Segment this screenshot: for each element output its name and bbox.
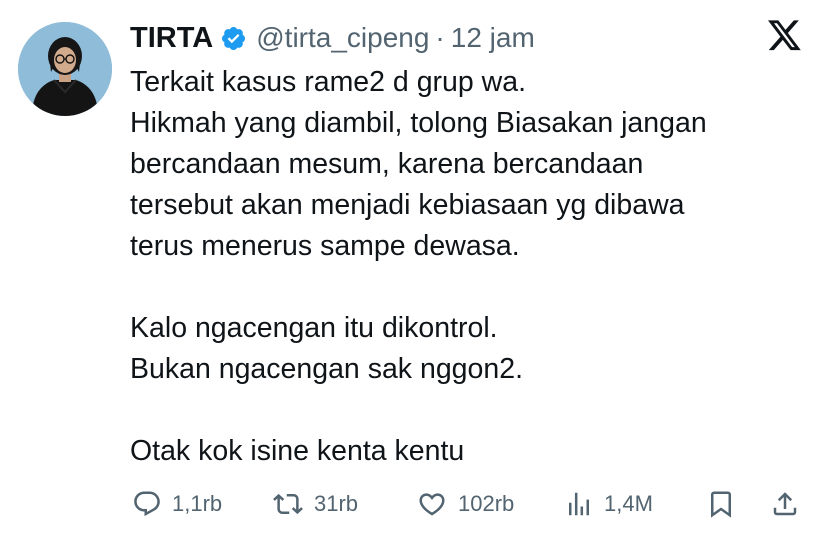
avatar[interactable]: [18, 22, 112, 116]
avatar-image: [18, 22, 112, 116]
views-button[interactable]: 1,4M: [564, 484, 653, 524]
share-button[interactable]: [770, 484, 800, 524]
tweet-text-line: bercandaan mesum, karena bercandaan: [130, 148, 644, 180]
author-handle[interactable]: @tirta_cipeng: [256, 22, 429, 54]
bookmark-button[interactable]: [706, 484, 736, 524]
tweet-header: TIRTA @tirta_cipeng · 12 jam: [130, 18, 535, 58]
reply-button[interactable]: 1,1rb: [132, 484, 222, 524]
tweet-text-line: tersebut akan menjadi kebiasaan yg dibaw…: [130, 189, 685, 221]
tweet-timestamp[interactable]: 12 jam: [451, 22, 535, 54]
header-separator: ·: [435, 22, 445, 53]
tweet-text-line: Bukan ngacengan sak nggon2.: [130, 353, 523, 385]
verified-badge-icon: [220, 25, 247, 52]
share-icon: [770, 489, 800, 519]
bookmark-icon: [706, 489, 736, 519]
tweet-text-line: terus menerus sampe dewasa.: [130, 230, 520, 262]
tweet-text-line: Terkait kasus rame2 d grup wa.: [130, 66, 527, 98]
like-button[interactable]: 102rb: [416, 484, 514, 524]
views-count: 1,4M: [604, 491, 653, 516]
tweet-text: Terkait kasus rame2 d grup wa. Hikmah ya…: [130, 62, 810, 472]
views-icon: [564, 489, 594, 519]
repost-count: 31rb: [314, 491, 359, 516]
repost-button[interactable]: 31rb: [272, 484, 358, 524]
like-count: 102rb: [458, 491, 515, 516]
x-logo-icon[interactable]: [768, 20, 802, 52]
heart-icon: [416, 489, 448, 519]
tweet-action-bar: 1,1rb 31rb 102rb 1,4M: [130, 484, 806, 524]
tweet-text-line: Otak kok isine kenta kentu: [130, 435, 465, 467]
tweet-text-line: Hikmah yang diambil, tolong Biasakan jan…: [130, 107, 707, 139]
repost-icon: [272, 489, 304, 519]
reply-count: 1,1rb: [172, 491, 223, 516]
reply-icon: [132, 489, 162, 519]
tweet-text-line: Kalo ngacengan itu dikontrol.: [130, 312, 498, 344]
author-name[interactable]: TIRTA: [130, 22, 213, 55]
